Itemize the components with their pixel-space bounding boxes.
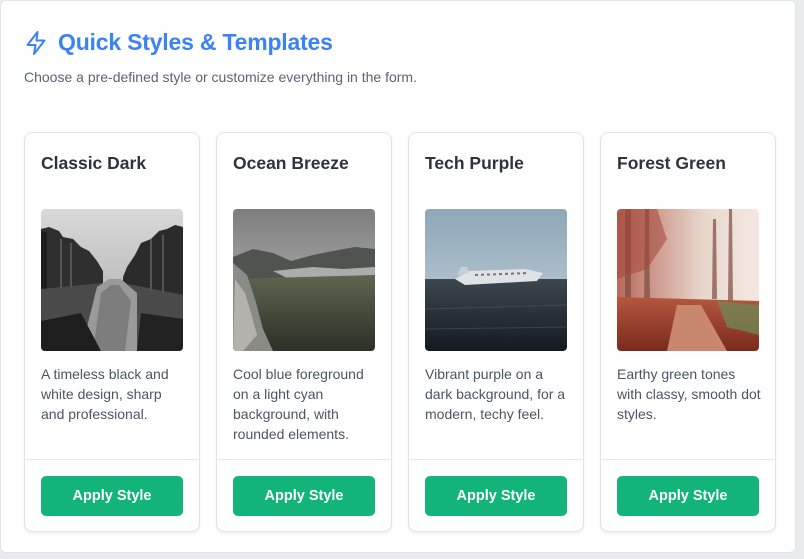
quick-styles-panel: Quick Styles & Templates Choose a pre-de… xyxy=(0,0,796,553)
template-preview-image xyxy=(233,209,375,351)
template-card-tech-purple: Tech Purple Vibrant purple on a dark bac… xyxy=(408,132,584,532)
title-row: Quick Styles & Templates xyxy=(24,29,417,56)
card-title: Classic Dark xyxy=(41,153,147,173)
card-title: Forest Green xyxy=(617,153,726,173)
page-title: Quick Styles & Templates xyxy=(58,29,333,55)
card-description: Vibrant purple on a dark background, for… xyxy=(425,366,566,422)
card-divider xyxy=(409,459,583,460)
template-preview-image xyxy=(617,209,759,351)
page-subtitle: Choose a pre-defined style or customize … xyxy=(24,69,417,85)
apply-style-button[interactable]: Apply Style xyxy=(425,476,567,516)
template-card-forest-green: Forest Green Earthy green tones with cla… xyxy=(600,132,776,532)
card-description: A timeless black and white design, sharp… xyxy=(41,366,169,422)
card-description: Earthy green tones with classy, smooth d… xyxy=(617,366,761,422)
template-preview-image xyxy=(41,209,183,351)
card-divider xyxy=(25,459,199,460)
template-preview-image xyxy=(425,209,567,351)
apply-style-button[interactable]: Apply Style xyxy=(233,476,375,516)
card-title: Ocean Breeze xyxy=(233,153,349,173)
card-divider xyxy=(601,459,775,460)
template-card-list: Classic Dark A timeless black and white … xyxy=(24,132,776,532)
apply-style-button[interactable]: Apply Style xyxy=(41,476,183,516)
panel-header: Quick Styles & Templates Choose a pre-de… xyxy=(24,29,417,85)
template-card-classic-dark: Classic Dark A timeless black and white … xyxy=(24,132,200,532)
lightning-bolt-icon xyxy=(24,30,48,56)
card-divider xyxy=(217,459,391,460)
apply-style-button[interactable]: Apply Style xyxy=(617,476,759,516)
template-card-ocean-breeze: Ocean Breeze Cool blue foreground on a l… xyxy=(216,132,392,532)
card-title: Tech Purple xyxy=(425,153,524,173)
card-description: Cool blue foreground on a light cyan bac… xyxy=(233,366,364,442)
